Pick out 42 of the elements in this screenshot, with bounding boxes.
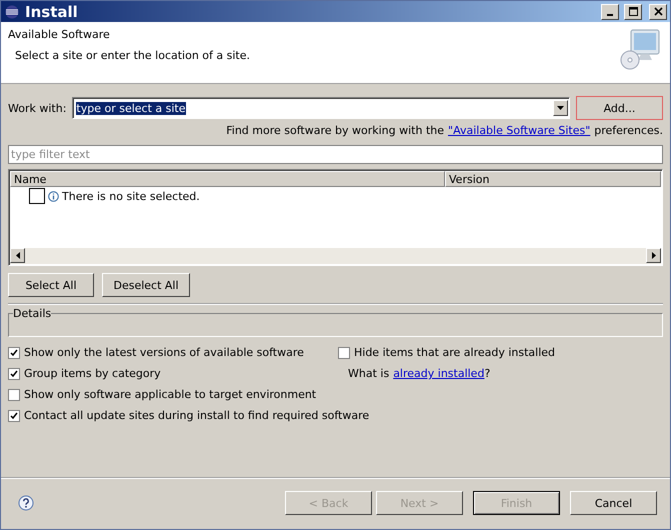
option-label[interactable]: Group items by category xyxy=(24,367,161,380)
close-icon xyxy=(654,7,662,16)
checkbox[interactable] xyxy=(8,346,20,358)
option-label[interactable]: Contact all update sites during install to find required software xyxy=(24,409,370,422)
option-label[interactable]: Hide items that are already installed xyxy=(354,346,556,359)
site-combo-box[interactable]: type or select a site xyxy=(72,97,570,119)
question-mark-text: ? xyxy=(484,367,490,380)
minimize-button[interactable] xyxy=(601,4,619,20)
preferences-text: preferences. xyxy=(594,124,663,137)
cancel-button[interactable]: Cancel xyxy=(570,491,657,515)
row-checkbox[interactable] xyxy=(29,188,45,204)
maximize-button[interactable] xyxy=(624,4,642,20)
page-description: Select a site or enter the location of a site. xyxy=(15,49,252,62)
more-software-text: Find more software by working with the xyxy=(226,124,444,137)
checkbox[interactable] xyxy=(8,368,20,380)
available-sites-link[interactable]: "Available Software Sites" xyxy=(448,124,590,137)
deselect-all-button[interactable]: Deselect All xyxy=(102,273,190,297)
checkbox[interactable] xyxy=(8,388,20,400)
scroll-left-icon[interactable] xyxy=(10,248,25,263)
already-installed-link[interactable]: already installed xyxy=(393,367,484,380)
app-icon xyxy=(4,4,20,18)
details-label: Details xyxy=(13,307,52,320)
add-button[interactable]: Add... xyxy=(576,96,663,120)
column-header[interactable]: Version xyxy=(445,171,661,187)
maximize-icon xyxy=(628,7,638,16)
checkbox[interactable] xyxy=(338,346,350,358)
option-label[interactable]: Show only software applicable to target environment xyxy=(24,388,316,401)
scroll-right-icon[interactable] xyxy=(646,248,661,263)
info-icon xyxy=(48,190,59,202)
select-all-button[interactable]: Select All xyxy=(8,273,94,297)
option-label[interactable]: Show only the latest versions of available software xyxy=(24,346,304,359)
window-title: Install xyxy=(25,2,79,20)
column-header[interactable]: Name xyxy=(10,171,445,187)
help-icon[interactable] xyxy=(18,495,34,511)
row-text: There is no site selected. xyxy=(62,190,200,202)
checkbox[interactable] xyxy=(8,410,20,422)
close-button[interactable] xyxy=(649,4,667,20)
work-with-label: Work with: xyxy=(8,102,66,114)
filter-field[interactable]: type filter text xyxy=(8,145,663,164)
minimize-icon xyxy=(607,14,613,16)
page-title: Available Software xyxy=(8,28,111,41)
installed-question-text: What is xyxy=(348,367,390,380)
